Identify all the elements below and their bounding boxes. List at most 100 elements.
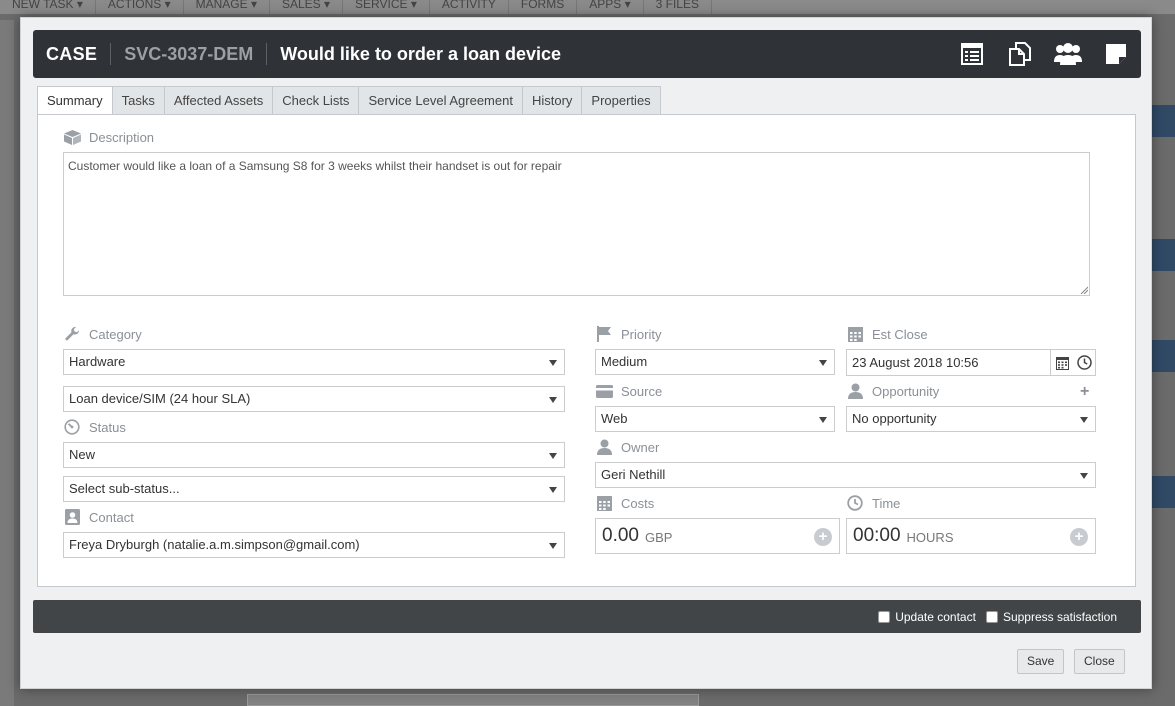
costs-label-row: Costs [595, 495, 654, 511]
category-select[interactable]: Hardware [63, 349, 565, 375]
clock-icon [846, 495, 864, 511]
add-cost-icon[interactable]: + [814, 528, 832, 546]
tab-check-lists[interactable]: Check Lists [272, 86, 360, 115]
chevron-down-icon [549, 543, 557, 549]
priority-value: Medium [601, 354, 648, 369]
contact-select[interactable]: Freya Dryburgh (natalie.a.m.simpson@gmai… [63, 532, 565, 558]
background-left-panel [0, 20, 14, 706]
add-time-icon[interactable]: + [1070, 528, 1088, 546]
background-blue-block [1151, 340, 1175, 372]
status-label: Status [89, 419, 126, 435]
chevron-down-icon [1080, 473, 1088, 479]
gauge-icon [63, 419, 81, 435]
bg-menu-forms: FORMS [509, 0, 578, 14]
calendar-grid-icon [595, 495, 613, 511]
wrench-icon [63, 326, 81, 342]
tab-bar: Summary Tasks Affected Assets Check List… [37, 86, 661, 116]
tab-history[interactable]: History [521, 86, 583, 115]
opportunity-select[interactable]: No opportunity [846, 406, 1096, 432]
est-close-label-row: Est Close [846, 326, 928, 342]
update-contact-label: Update contact [895, 609, 976, 624]
category-label-row: Category [63, 326, 142, 342]
contact-card-icon [63, 509, 81, 525]
calendar-picker-icon[interactable] [1050, 350, 1073, 375]
tab-affected-assets[interactable]: Affected Assets [163, 86, 274, 115]
summary-panel: Description Customer would like a loan o… [37, 114, 1136, 587]
calendar-icon [846, 326, 864, 342]
chevron-down-icon [549, 360, 557, 366]
header-divider [110, 43, 112, 65]
person-icon [595, 439, 613, 455]
bg-menu-manage: MANAGE ▾ [184, 0, 270, 14]
background-panel [247, 694, 699, 706]
owner-select[interactable]: Geri Nethill [595, 462, 1096, 488]
priority-label-row: Priority [595, 326, 661, 342]
priority-select[interactable]: Medium [595, 349, 835, 375]
background-menu-bar: NEW TASK ▾ ACTIONS ▾ MANAGE ▾ SALES ▾ SE… [0, 0, 1175, 14]
person-icon [846, 383, 864, 399]
substatus-select[interactable]: Select sub-status... [63, 476, 565, 502]
costs-value: 0.00 [602, 525, 639, 546]
time-label-row: Time [846, 495, 900, 511]
form-icon[interactable] [955, 40, 989, 68]
description-textarea[interactable]: Customer would like a loan of a Samsung … [63, 152, 1090, 296]
costs-field[interactable]: 0.00 GBP + [595, 518, 840, 554]
chevron-down-icon [1080, 417, 1088, 423]
tab-service-level-agreement[interactable]: Service Level Agreement [358, 86, 523, 115]
time-unit: HOURS [906, 530, 954, 545]
bg-menu-sales: SALES ▾ [270, 0, 344, 14]
substatus-value: Select sub-status... [69, 481, 180, 496]
header-actions [955, 40, 1133, 68]
owner-value: Geri Nethill [601, 467, 666, 482]
contact-value: Freya Dryburgh (natalie.a.m.simpson@gmai… [69, 537, 360, 552]
header-divider [266, 43, 268, 65]
opportunity-value: No opportunity [852, 411, 937, 426]
source-select[interactable]: Web [595, 406, 835, 432]
checkbox-box[interactable] [985, 610, 998, 623]
people-icon[interactable] [1051, 40, 1085, 68]
bg-menu-apps: APPS ▾ [577, 0, 644, 14]
priority-label: Priority [621, 326, 662, 342]
case-title[interactable]: Would like to order a loan device [280, 44, 561, 65]
tab-tasks[interactable]: Tasks [111, 86, 165, 115]
contact-label: Contact [89, 509, 134, 525]
bg-menu-service: SERVICE ▾ [343, 0, 430, 14]
case-modal: CASE SVC-3037-DEM Would like to order a … [20, 17, 1152, 689]
suppress-satisfaction-checkbox[interactable]: Suppress satisfaction [985, 609, 1117, 624]
resize-grip-icon[interactable] [1080, 286, 1088, 294]
close-button[interactable]: Close [1074, 649, 1125, 674]
flag-icon [595, 326, 613, 342]
tab-summary[interactable]: Summary [37, 86, 113, 116]
note-icon[interactable] [1099, 40, 1133, 68]
subcategory-select[interactable]: Loan device/SIM (24 hour SLA) [63, 386, 565, 412]
bg-menu-new-task: NEW TASK ▾ [0, 0, 96, 14]
bg-menu-files: 3 FILES [644, 0, 712, 14]
owner-label-row: Owner [595, 439, 659, 455]
update-contact-checkbox[interactable]: Update contact [878, 610, 976, 624]
suppress-satisfaction-label: Suppress satisfaction [1002, 609, 1117, 624]
tab-properties[interactable]: Properties [581, 86, 661, 115]
chevron-down-icon [819, 360, 827, 366]
save-button[interactable]: Save [1017, 649, 1065, 674]
est-close-value[interactable]: 23 August 2018 10:56 [847, 350, 1050, 375]
source-label: Source [621, 383, 663, 399]
costs-label: Costs [621, 495, 655, 511]
bg-menu-activity: ACTIVITY [430, 0, 509, 14]
contact-label-row: Contact [63, 509, 134, 525]
source-label-row: Source [595, 383, 662, 399]
background-blue-block [1151, 239, 1175, 271]
credit-card-icon [595, 383, 613, 399]
add-opportunity-icon[interactable]: + [1080, 383, 1089, 401]
category-value: Hardware [69, 354, 126, 369]
status-select[interactable]: New [63, 442, 565, 468]
est-close-label: Est Close [872, 326, 928, 342]
checkbox-box[interactable] [878, 610, 891, 623]
status-label-row: Status [63, 419, 126, 435]
copy-icon[interactable] [1003, 40, 1037, 68]
time-field[interactable]: 00:00 HOURS + [846, 518, 1096, 554]
owner-label: Owner [621, 439, 660, 455]
est-close-datetime-field[interactable]: 23 August 2018 10:56 [846, 349, 1096, 376]
background-blue-block [1151, 476, 1175, 508]
options-bar: Update contact Suppress satisfaction [33, 600, 1141, 633]
clock-picker-icon[interactable] [1073, 350, 1095, 375]
